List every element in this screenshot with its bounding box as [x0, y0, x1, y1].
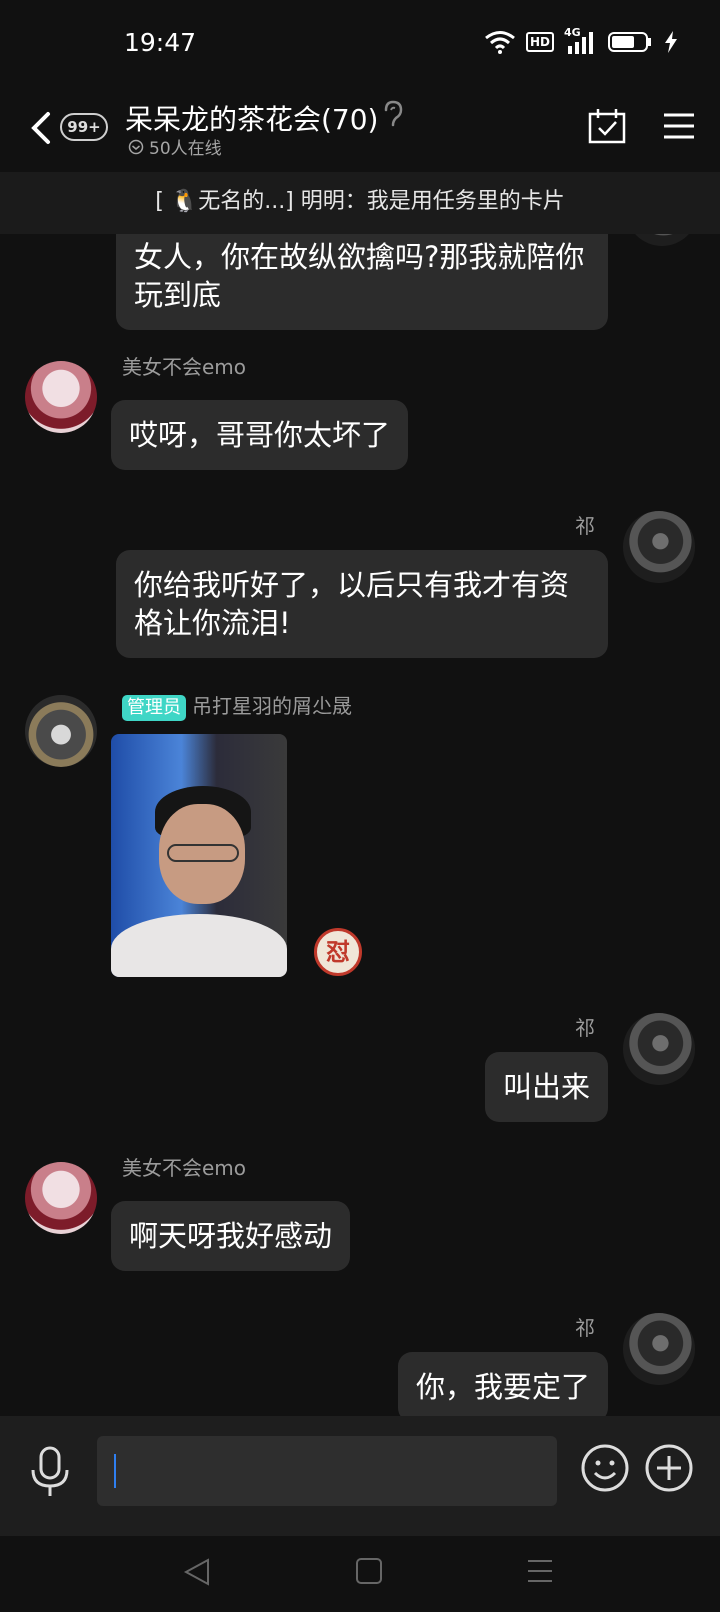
avatar[interactable] — [623, 1013, 695, 1085]
system-nav-bar — [0, 1536, 720, 1612]
hd-icon: HD — [525, 32, 554, 52]
message-bubble[interactable]: 哎呀，哥哥你太坏了 — [111, 400, 409, 470]
text-caret — [114, 1454, 116, 1488]
online-status: 50人在线 — [128, 134, 222, 159]
message-list[interactable]: 女人，你在故纵欲擒吗?那我就陪你玩到底 美女不会emo 哎呀，哥哥你太坏了 祁 … — [0, 234, 720, 1416]
reaction-badge[interactable]: 怼 — [314, 928, 362, 976]
network-type: 4G — [564, 26, 581, 39]
chat-header: 99+ 呆呆龙的茶花会(70) 50人在线 — [0, 88, 720, 172]
input-bar — [0, 1416, 720, 1536]
back-icon[interactable] — [26, 108, 56, 148]
avatar[interactable] — [623, 511, 695, 583]
image-message[interactable] — [111, 734, 287, 977]
sender-name: 美女不会emo — [122, 355, 247, 379]
emoji-icon[interactable] — [580, 1443, 630, 1493]
notice-text: [ 🐧无名的...] 明明：我是用任务里的卡片 — [155, 189, 565, 214]
message-bubble[interactable]: 啊天呀我好感动 — [111, 1201, 351, 1271]
sender-name: 祁 — [575, 1016, 595, 1040]
message-bubble[interactable]: 女人，你在故纵欲擒吗?那我就陪你玩到底 — [116, 234, 608, 330]
unread-badge[interactable]: 99+ — [60, 113, 108, 141]
signal-icon: 4G — [564, 26, 598, 54]
message-bubble[interactable]: 你给我听好了，以后只有我才有资格让你流泪! — [116, 550, 608, 658]
sender-line: 管理员 吊打星羽的屑尐晟 — [122, 690, 352, 721]
charging-icon — [665, 31, 677, 53]
notice-banner[interactable]: [ 🐧无名的...] 明明：我是用任务里的卡片 — [0, 172, 720, 234]
status-icons: HD 4G — [484, 26, 678, 54]
avatar[interactable] — [623, 1313, 695, 1385]
message-input[interactable] — [97, 1436, 557, 1506]
nav-back-icon[interactable] — [182, 1556, 212, 1588]
message-bubble[interactable]: 叫出来 — [484, 1052, 608, 1122]
online-check-icon — [128, 139, 144, 154]
group-title[interactable]: 呆呆龙的茶花会(70) — [125, 98, 378, 138]
status-time: 19:47 — [124, 28, 197, 57]
avatar[interactable] — [25, 1162, 97, 1234]
nav-menu-icon[interactable] — [526, 1556, 554, 1586]
status-bar: 19:47 HD 4G — [0, 0, 720, 88]
avatar[interactable] — [25, 361, 97, 433]
message-bubble[interactable]: 你，我要定了 — [397, 1352, 608, 1416]
sender-name: 祁 — [575, 1316, 595, 1340]
avatar[interactable] — [25, 695, 97, 767]
calendar-check-icon[interactable] — [588, 108, 626, 144]
plus-icon[interactable] — [644, 1443, 694, 1493]
online-count: 50人在线 — [149, 139, 222, 159]
nav-home-icon[interactable] — [355, 1556, 383, 1586]
menu-icon[interactable] — [664, 112, 694, 140]
sender-name: 美女不会emo — [122, 1156, 247, 1180]
ear-icon[interactable] — [382, 100, 404, 128]
battery-icon — [608, 32, 651, 52]
admin-tag: 管理员 — [122, 695, 186, 721]
sender-name: 吊打星羽的屑尐晟 — [192, 694, 352, 718]
wifi-icon — [485, 31, 515, 54]
microphone-icon[interactable] — [30, 1446, 70, 1498]
sender-name: 祁 — [575, 514, 595, 538]
avatar[interactable] — [626, 234, 698, 246]
